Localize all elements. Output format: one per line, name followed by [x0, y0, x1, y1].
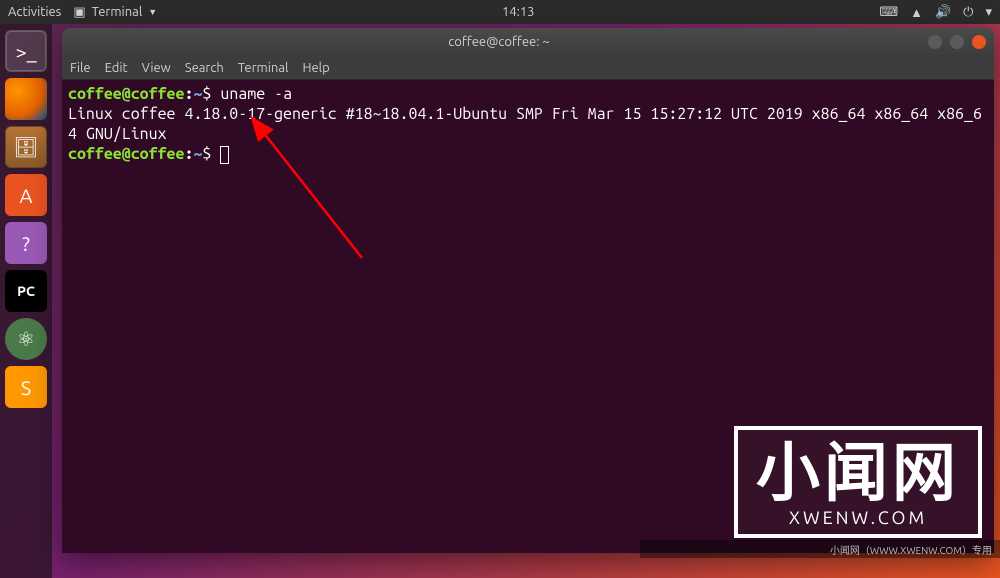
pycharm-icon: PC — [17, 283, 35, 299]
menu-terminal[interactable]: Terminal — [238, 61, 289, 75]
menu-search[interactable]: Search — [185, 61, 224, 75]
menubar: File Edit View Search Terminal Help — [62, 56, 994, 80]
dock-item-atom[interactable]: ⚛ — [5, 318, 47, 360]
keyboard-icon[interactable]: ⌨ — [879, 5, 898, 20]
status-dropdown-icon[interactable]: ▾ — [985, 5, 992, 20]
dock-item-pycharm[interactable]: PC — [5, 270, 47, 312]
network-icon[interactable]: ▲ — [910, 5, 923, 20]
clock[interactable]: 14:13 — [169, 5, 867, 19]
terminal-window: coffee@coffee: ~ File Edit View Search T… — [62, 28, 994, 553]
gnome-top-bar: Activities ▣ Terminal ▼ 14:13 ⌨ ▲ 🔊 ⏻ ▾ — [0, 0, 1000, 24]
app-indicator[interactable]: ▣ Terminal ▼ — [73, 5, 157, 20]
menu-view[interactable]: View — [142, 61, 171, 75]
command-output: Linux coffee 4.18.0-17-generic #18~18.04… — [68, 105, 982, 143]
prompt-symbol-2: $ — [202, 145, 211, 163]
menu-help[interactable]: Help — [302, 61, 329, 75]
dock-item-terminal[interactable]: >_ — [5, 30, 47, 72]
cursor — [220, 146, 229, 164]
atom-icon: ⚛ — [17, 327, 35, 351]
terminal-body[interactable]: coffee@coffee:~$ uname -a Linux coffee 4… — [62, 80, 994, 553]
window-title: coffee@coffee: ~ — [70, 35, 928, 49]
dock: >_ 🗄 A ? PC ⚛ S — [0, 24, 52, 578]
prompt-symbol: $ — [202, 85, 211, 103]
prompt-user-2: coffee@coffee — [68, 145, 184, 163]
menu-file[interactable]: File — [70, 61, 91, 75]
software-icon: A — [20, 184, 33, 207]
volume-icon[interactable]: 🔊 — [935, 5, 951, 20]
titlebar[interactable]: coffee@coffee: ~ — [62, 28, 994, 56]
window-controls — [928, 35, 986, 49]
terminal-indicator-icon: ▣ — [73, 5, 85, 20]
prompt-user: coffee@coffee — [68, 85, 184, 103]
close-button[interactable] — [972, 35, 986, 49]
activities-button[interactable]: Activities — [8, 5, 61, 19]
files-icon: 🗄 — [13, 135, 38, 159]
sublime-icon: S — [21, 376, 31, 399]
app-indicator-label: Terminal — [92, 5, 143, 19]
power-icon[interactable]: ⏻ — [963, 5, 973, 20]
dock-item-software[interactable]: A — [5, 174, 47, 216]
help-icon: ? — [22, 232, 30, 255]
dock-item-sublime[interactable]: S — [5, 366, 47, 408]
command-text: uname -a — [220, 85, 292, 103]
terminal-icon: >_ — [15, 40, 36, 63]
maximize-button[interactable] — [950, 35, 964, 49]
dock-item-firefox[interactable] — [5, 78, 47, 120]
menu-edit[interactable]: Edit — [105, 61, 128, 75]
minimize-button[interactable] — [928, 35, 942, 49]
chevron-down-icon: ▼ — [148, 7, 157, 17]
dock-item-help[interactable]: ? — [5, 222, 47, 264]
dock-item-files[interactable]: 🗄 — [5, 126, 47, 168]
